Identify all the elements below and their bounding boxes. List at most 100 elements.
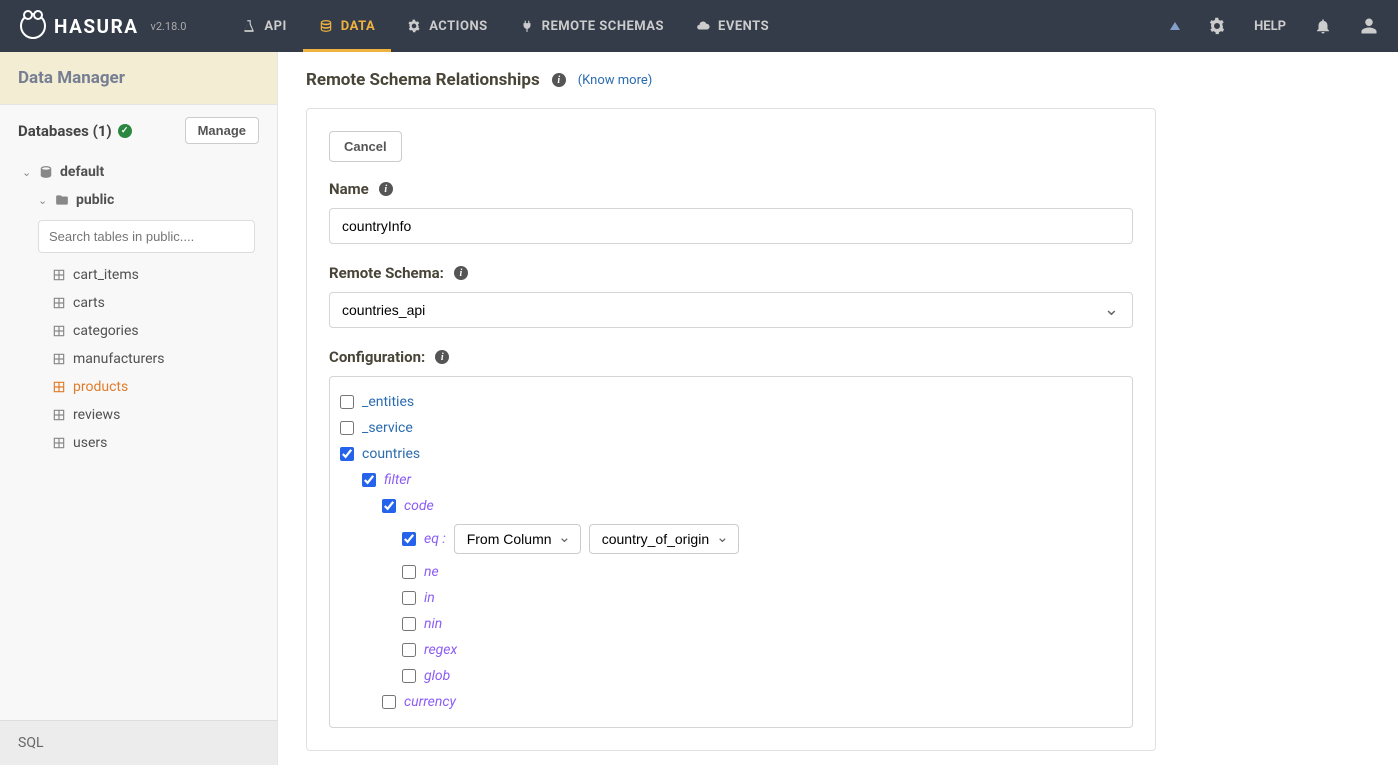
- table-icon: [52, 268, 66, 282]
- table-icon: [52, 324, 66, 338]
- table-item-reviews[interactable]: reviews: [52, 401, 267, 429]
- page-title: Remote Schema Relationships: [306, 70, 540, 90]
- hasura-logo-icon: [20, 13, 46, 39]
- cfg-filter: filter: [340, 467, 1122, 493]
- manage-button[interactable]: Manage: [185, 117, 259, 144]
- table-icon: [52, 380, 66, 394]
- eq-type-select[interactable]: From Column: [454, 524, 581, 554]
- page-header: Remote Schema Relationships i (Know more…: [306, 70, 1370, 90]
- database-node[interactable]: ⌄ default: [10, 158, 267, 186]
- nav-tab-data[interactable]: DATA: [303, 0, 391, 52]
- cfg-countries: countries: [340, 441, 1122, 467]
- database-tree: ⌄ default ⌄ public cart_items carts: [0, 154, 277, 461]
- name-input[interactable]: [329, 208, 1133, 244]
- check-icon: ✓: [118, 124, 132, 138]
- table-icon: [52, 296, 66, 310]
- table-icon: [52, 352, 66, 366]
- info-icon[interactable]: i: [454, 266, 468, 280]
- update-indicator[interactable]: [1170, 22, 1180, 30]
- checkbox-ne[interactable]: [402, 565, 416, 579]
- nav-right: HELP: [1170, 17, 1378, 35]
- cfg-code: code: [340, 493, 1122, 519]
- nav-tab-api[interactable]: API: [226, 0, 302, 52]
- search-tables-input[interactable]: [38, 220, 255, 253]
- database-icon: [39, 165, 53, 179]
- name-label: Name i: [329, 180, 1133, 198]
- cfg-glob: glob: [340, 663, 1122, 689]
- eq-column-select[interactable]: country_of_origin: [589, 524, 739, 554]
- table-list: cart_items carts categories manufacturer…: [10, 261, 267, 457]
- content-area: Remote Schema Relationships i (Know more…: [278, 52, 1398, 765]
- schema-node[interactable]: ⌄ public: [10, 186, 267, 214]
- info-icon[interactable]: i: [379, 182, 393, 196]
- chevron-down-icon: ⌄: [22, 166, 32, 179]
- database-icon: [319, 19, 333, 33]
- checkbox-code[interactable]: [382, 499, 396, 513]
- nav-tabs: API DATA ACTIONS REMOTE SCHEMAS EVENTS: [226, 0, 785, 52]
- gear-icon: [1208, 17, 1226, 35]
- sidebar: Data Manager Databases (1) ✓ Manage ⌄ de…: [0, 52, 278, 765]
- table-icon: [52, 408, 66, 422]
- bell-icon: [1314, 17, 1332, 35]
- cloud-icon: [696, 19, 710, 33]
- database-name: default: [60, 164, 104, 180]
- configuration-label: Configuration: i: [329, 348, 1133, 366]
- nav-tab-label: DATA: [341, 19, 375, 34]
- flask-icon: [242, 19, 256, 33]
- triangle-up-icon: [1170, 22, 1180, 30]
- actions-icon: [407, 19, 421, 33]
- notifications-button[interactable]: [1314, 17, 1332, 35]
- checkbox-countries[interactable]: [340, 447, 354, 461]
- nav-tab-actions[interactable]: ACTIONS: [391, 0, 503, 52]
- databases-count: Databases (1): [18, 122, 112, 140]
- remote-schema-select[interactable]: countries_api: [329, 292, 1133, 328]
- user-icon: [1360, 17, 1378, 35]
- checkbox-currency[interactable]: [382, 695, 396, 709]
- user-button[interactable]: [1360, 17, 1378, 35]
- table-item-products[interactable]: products: [52, 373, 267, 401]
- logo[interactable]: HASURA v2.18.0: [20, 13, 186, 39]
- nav-tab-remote-schemas[interactable]: REMOTE SCHEMAS: [504, 0, 680, 52]
- sql-link[interactable]: SQL: [0, 720, 277, 765]
- logo-text: HASURA: [54, 15, 139, 38]
- sidebar-title: Data Manager: [0, 52, 277, 105]
- folder-icon: [55, 193, 69, 207]
- table-item-manufacturers[interactable]: manufacturers: [52, 345, 267, 373]
- cfg-regex: regex: [340, 637, 1122, 663]
- cfg-service: _service: [340, 415, 1122, 441]
- checkbox-eq[interactable]: [402, 532, 416, 546]
- checkbox-service[interactable]: [340, 421, 354, 435]
- schema-name: public: [76, 192, 114, 208]
- nav-tab-label: ACTIONS: [429, 19, 487, 34]
- checkbox-nin[interactable]: [402, 617, 416, 631]
- table-icon: [52, 436, 66, 450]
- cfg-eq: eq : From Column country_of_origin: [340, 519, 1122, 559]
- table-item-users[interactable]: users: [52, 429, 267, 457]
- cfg-entities: _entities: [340, 389, 1122, 415]
- checkbox-regex[interactable]: [402, 643, 416, 657]
- nav-tab-label: API: [264, 19, 286, 34]
- settings-button[interactable]: [1208, 17, 1226, 35]
- cfg-in: in: [340, 585, 1122, 611]
- chevron-down-icon: ⌄: [38, 194, 48, 207]
- cfg-currency: currency: [340, 689, 1122, 715]
- checkbox-in[interactable]: [402, 591, 416, 605]
- relationship-form: Cancel Name i Remote Schema: i countries…: [306, 108, 1156, 751]
- top-nav: HASURA v2.18.0 API DATA ACTIONS REMOTE S…: [0, 0, 1398, 52]
- table-item-carts[interactable]: carts: [52, 289, 267, 317]
- checkbox-entities[interactable]: [340, 395, 354, 409]
- table-item-categories[interactable]: categories: [52, 317, 267, 345]
- remote-schema-label: Remote Schema: i: [329, 264, 1133, 282]
- cancel-button[interactable]: Cancel: [329, 131, 402, 162]
- nav-tab-label: REMOTE SCHEMAS: [542, 19, 664, 34]
- info-icon[interactable]: i: [435, 350, 449, 364]
- plug-icon: [520, 19, 534, 33]
- checkbox-glob[interactable]: [402, 669, 416, 683]
- info-icon[interactable]: i: [552, 73, 566, 87]
- nav-tab-events[interactable]: EVENTS: [680, 0, 785, 52]
- know-more-link[interactable]: (Know more): [578, 73, 653, 88]
- nav-tab-label: EVENTS: [718, 19, 769, 34]
- table-item-cart-items[interactable]: cart_items: [52, 261, 267, 289]
- checkbox-filter[interactable]: [362, 473, 376, 487]
- help-button[interactable]: HELP: [1254, 19, 1286, 34]
